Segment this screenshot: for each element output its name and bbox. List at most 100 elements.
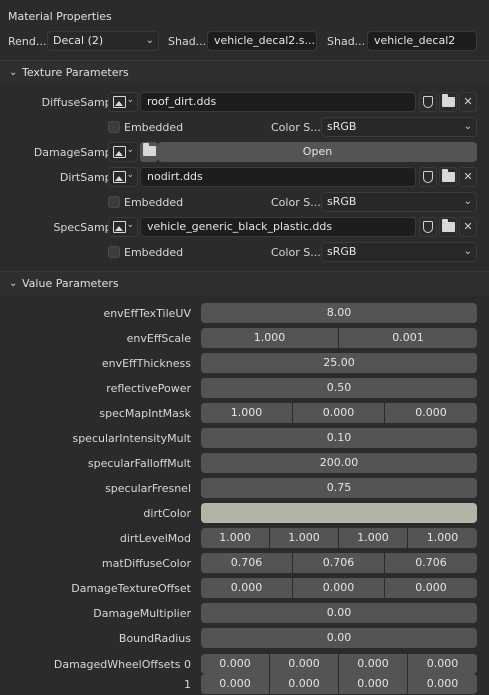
value-field-dirtlevelmod-2[interactable]: 1.000 bbox=[339, 528, 408, 548]
close-icon: ✕ bbox=[463, 220, 473, 233]
shield-icon bbox=[423, 221, 433, 233]
value-field-damagedwheeloffsets0-3[interactable]: 0.000 bbox=[408, 654, 477, 674]
value-field-damagedwheeloffsets1-1[interactable]: 0.000 bbox=[270, 674, 339, 694]
render-label: Rend... bbox=[8, 35, 47, 48]
color-space-label: Color S... bbox=[271, 196, 321, 209]
value-field-reflectivepower-0[interactable]: 0.50 bbox=[201, 378, 477, 398]
render-dropdown[interactable]: Decal (2) ⌄ bbox=[47, 31, 159, 51]
param-label-dirtcolor: dirtColor bbox=[143, 507, 191, 520]
image-icon bbox=[113, 221, 126, 233]
value-field-damagemultiplier-0[interactable]: 0.00 bbox=[201, 603, 477, 623]
embedded-checkbox[interactable] bbox=[108, 196, 120, 208]
color-space-dropdown[interactable]: sRGB ⌄ bbox=[321, 192, 477, 212]
value-parameters-title: Value Parameters bbox=[22, 277, 119, 290]
param-label-damagetextureoffset: DamageTextureOffset bbox=[71, 582, 191, 595]
open-image-button[interactable]: Open bbox=[158, 142, 477, 162]
value-field-damagedwheeloffsets0-0[interactable]: 0.000 bbox=[201, 654, 270, 674]
image-browse-button[interactable]: ⌄ bbox=[108, 167, 138, 187]
dirt-color-swatch[interactable] bbox=[201, 503, 477, 523]
chevron-down-icon: ⌄ bbox=[463, 196, 472, 207]
close-icon: ✕ bbox=[463, 170, 473, 183]
value-field-envefftextileuv-0[interactable]: 8.00 bbox=[201, 303, 477, 323]
value-parameters-header[interactable]: ⌄ Value Parameters bbox=[0, 271, 489, 295]
image-browse-button[interactable]: ⌄ bbox=[108, 142, 138, 162]
open-folder-button[interactable] bbox=[140, 142, 158, 162]
value-field-dirtlevelmod-0[interactable]: 1.000 bbox=[201, 528, 270, 548]
color-space-dropdown[interactable]: sRGB ⌄ bbox=[321, 117, 477, 137]
value-field-boundradius-0[interactable]: 0.00 bbox=[201, 628, 477, 648]
param-label-enveffscale: envEffScale bbox=[126, 332, 191, 345]
color-space-value: sRGB bbox=[327, 195, 357, 208]
value-field-damagetextureoffset-2[interactable]: 0.000 bbox=[385, 578, 477, 598]
param-label-enveffthickness: envEffThickness bbox=[101, 357, 191, 370]
chevron-down-icon: ⌄ bbox=[126, 220, 134, 230]
texture-parameters-title: Texture Parameters bbox=[22, 66, 129, 79]
color-space-dropdown[interactable]: sRGB ⌄ bbox=[321, 242, 477, 262]
unlink-button[interactable]: ✕ bbox=[459, 167, 477, 187]
fake-user-button[interactable] bbox=[419, 167, 437, 187]
image-browse-button[interactable]: ⌄ bbox=[108, 217, 138, 237]
texture-parameters-header[interactable]: ⌄ Texture Parameters bbox=[0, 60, 489, 84]
value-field-specularintensitymult-0[interactable]: 0.10 bbox=[201, 428, 477, 448]
value-field-matdiffusecolor-2[interactable]: 0.706 bbox=[385, 553, 477, 573]
value-field-damagedwheeloffsets1-2[interactable]: 0.000 bbox=[339, 674, 408, 694]
chevron-down-icon: ⌄ bbox=[9, 67, 18, 78]
param-label-dirtlevelmod: dirtLevelMod bbox=[119, 532, 191, 545]
value-field-damagedwheeloffsets0-1[interactable]: 0.000 bbox=[270, 654, 339, 674]
unlink-button[interactable]: ✕ bbox=[459, 92, 477, 112]
render-value: Decal (2) bbox=[53, 34, 104, 47]
value-field-enveffscale-1[interactable]: 0.001 bbox=[339, 328, 477, 348]
diffuse-file-field[interactable]: roof_dirt.dds bbox=[140, 92, 416, 112]
value-field-matdiffusecolor-0[interactable]: 0.706 bbox=[201, 553, 293, 573]
open-file-button[interactable] bbox=[439, 92, 457, 112]
value-field-matdiffusecolor-1[interactable]: 0.706 bbox=[293, 553, 385, 573]
embedded-checkbox[interactable] bbox=[108, 121, 120, 133]
value-field-specularfalloffmult-0[interactable]: 200.00 bbox=[201, 453, 477, 473]
fake-user-button[interactable] bbox=[419, 217, 437, 237]
shield-icon bbox=[423, 171, 433, 183]
value-field-specularfresnel-0[interactable]: 0.75 bbox=[201, 478, 477, 498]
shader2-field[interactable]: vehicle_decal2 bbox=[367, 31, 477, 51]
chevron-down-icon: ⌄ bbox=[126, 170, 134, 180]
param-label-reflectivepower: reflectivePower bbox=[106, 382, 191, 395]
open-file-button[interactable] bbox=[439, 217, 457, 237]
chevron-down-icon: ⌄ bbox=[126, 145, 134, 155]
embedded-label: Embedded bbox=[124, 246, 184, 259]
shader1-label: Shad... bbox=[168, 35, 207, 48]
value-field-damagetextureoffset-1[interactable]: 0.000 bbox=[293, 578, 385, 598]
folder-icon bbox=[441, 169, 455, 182]
dirt-file-field[interactable]: nodirt.dds bbox=[140, 167, 416, 187]
value-field-enveffthickness-0[interactable]: 25.00 bbox=[201, 353, 477, 373]
panel-title: Material Properties bbox=[8, 10, 112, 23]
value-field-damagedwheeloffsets1-3[interactable]: 0.000 bbox=[408, 674, 477, 694]
spec-file-field[interactable]: vehicle_generic_black_plastic.dds bbox=[140, 217, 416, 237]
param-label-damagedwheeloffsets1: 1 bbox=[184, 678, 191, 691]
shield-icon bbox=[423, 96, 433, 108]
chevron-down-icon: ⌄ bbox=[126, 95, 134, 105]
value-field-damagetextureoffset-0[interactable]: 0.000 bbox=[201, 578, 293, 598]
shader2-label: Shad... bbox=[327, 35, 366, 48]
unlink-button[interactable]: ✕ bbox=[459, 217, 477, 237]
chevron-down-icon: ⌄ bbox=[463, 121, 472, 132]
image-icon bbox=[113, 96, 126, 108]
value-field-specmapintmask-0[interactable]: 1.000 bbox=[201, 403, 293, 423]
embedded-checkbox[interactable] bbox=[108, 246, 120, 258]
param-label-envefftextileuv: envEffTexTileUV bbox=[103, 307, 191, 320]
param-label-specularfalloffmult: specularFalloffMult bbox=[87, 457, 191, 470]
fake-user-button[interactable] bbox=[419, 92, 437, 112]
value-field-damagedwheeloffsets0-2[interactable]: 0.000 bbox=[339, 654, 408, 674]
value-field-enveffscale-0[interactable]: 1.000 bbox=[201, 328, 339, 348]
param-label-damagedwheeloffsets0: DamagedWheelOffsets 0 bbox=[53, 658, 191, 671]
value-field-damagedwheeloffsets1-0[interactable]: 0.000 bbox=[201, 674, 270, 694]
image-browse-button[interactable]: ⌄ bbox=[108, 92, 138, 112]
value-field-dirtlevelmod-1[interactable]: 1.000 bbox=[270, 528, 339, 548]
value-field-specmapintmask-1[interactable]: 0.000 bbox=[293, 403, 385, 423]
shader1-field[interactable]: vehicle_decal2.s... bbox=[207, 31, 317, 51]
chevron-down-icon: ⌄ bbox=[145, 35, 154, 46]
value-field-dirtlevelmod-3[interactable]: 1.000 bbox=[408, 528, 477, 548]
param-label-boundradius: BoundRadius bbox=[118, 632, 191, 645]
open-file-button[interactable] bbox=[439, 167, 457, 187]
value-field-specmapintmask-2[interactable]: 0.000 bbox=[385, 403, 477, 423]
image-icon bbox=[113, 171, 126, 183]
chevron-down-icon: ⌄ bbox=[463, 246, 472, 257]
